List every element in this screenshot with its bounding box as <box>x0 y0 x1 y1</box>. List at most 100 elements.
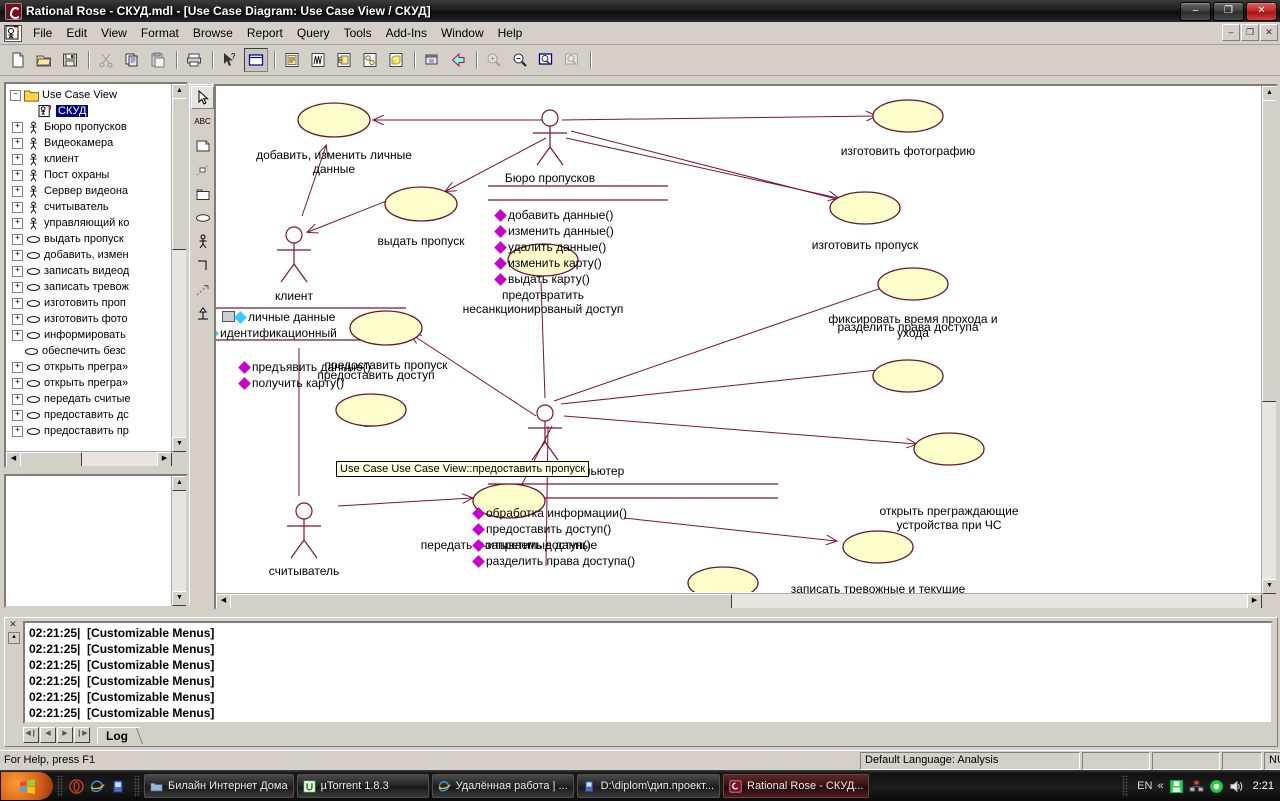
start-button[interactable] <box>1 772 53 800</box>
zoom-out-icon[interactable] <box>508 48 532 72</box>
select-tool[interactable] <box>191 86 214 109</box>
browse-state-machine-diagram-icon[interactable] <box>358 48 382 72</box>
tray-expand-chevron-icon[interactable]: « <box>1157 780 1163 792</box>
taskbar-item[interactable]: Rational Rose - СКУД... <box>723 774 869 798</box>
use-case-ellipse[interactable] <box>873 100 943 132</box>
menu-report[interactable]: Report <box>240 23 290 43</box>
tree-node[interactable]: +считыватель <box>10 199 172 215</box>
use-case-ellipse[interactable] <box>350 311 422 345</box>
close-button[interactable]: ✕ <box>1246 2 1277 21</box>
expand-toggle-icon[interactable]: + <box>12 138 23 149</box>
menu-view[interactable]: View <box>94 23 134 43</box>
undo-fit-icon[interactable] <box>560 48 584 72</box>
actor-figure[interactable] <box>533 110 567 165</box>
diagram-scroll-right-button[interactable]: ▶ <box>1247 594 1262 609</box>
scroll-left-button[interactable]: ◀ <box>6 452 21 467</box>
collapse-toggle-icon[interactable]: − <box>10 90 21 101</box>
tree-node[interactable]: +управляющий ко <box>10 215 172 231</box>
tree-node[interactable]: +Бюро пропусков <box>10 119 172 135</box>
doc-scroll-up-button[interactable]: ▲ <box>172 476 187 491</box>
taskbar-item[interactable]: Билайн Интернет Дома <box>144 774 294 798</box>
restore-button[interactable]: ❐ <box>1213 2 1244 21</box>
dependency-tool[interactable] <box>191 278 214 301</box>
context-help-icon[interactable]: ? <box>218 48 242 72</box>
expand-toggle-icon[interactable]: + <box>12 218 23 229</box>
tree-node-skud[interactable]: СКУД <box>10 103 172 119</box>
expand-toggle-icon[interactable]: + <box>12 266 23 277</box>
tree-node-use-case-view[interactable]: − Use Case View <box>10 87 172 103</box>
documentation-text[interactable] <box>6 476 172 606</box>
browse-component-diagram-icon[interactable] <box>332 48 356 72</box>
menu-file[interactable]: File <box>26 23 59 43</box>
unidirectional-association-tool[interactable] <box>191 254 214 277</box>
cut-icon[interactable] <box>94 48 118 72</box>
tree-node[interactable]: +открыть прегра» <box>10 375 172 391</box>
tree-node[interactable]: +предоставить пр <box>10 423 172 439</box>
tree-node[interactable]: +Сервер видеона <box>10 183 172 199</box>
open-icon[interactable] <box>32 48 56 72</box>
diagram-canvas[interactable]: добавить, изменить личныеданныеизготовит… <box>216 86 1262 594</box>
expand-toggle-icon[interactable]: + <box>12 186 23 197</box>
actor-tool[interactable] <box>191 230 214 253</box>
use-case-ellipse[interactable] <box>878 268 948 300</box>
minimize-button[interactable]: – <box>1180 2 1211 21</box>
save-icon[interactable] <box>58 48 82 72</box>
doc-scroll-down-button[interactable]: ▼ <box>172 591 187 606</box>
tree-node[interactable]: +предоставить дс <box>10 407 172 423</box>
tree-node[interactable]: +информировать <box>10 327 172 343</box>
diagram-scroll-thumb[interactable] <box>1262 100 1277 402</box>
copy-icon[interactable] <box>120 48 144 72</box>
scroll-thumb-h[interactable] <box>20 452 82 467</box>
use-case-ellipse[interactable] <box>298 103 370 137</box>
expand-toggle-icon[interactable]: + <box>12 394 23 405</box>
log-close-icon[interactable]: ✕ <box>8 620 18 630</box>
log-prev-button[interactable]: ◀ <box>40 727 56 743</box>
tree-node[interactable]: +записать тревож <box>10 279 172 295</box>
expand-toggle-icon[interactable]: + <box>12 426 23 437</box>
tray-grip[interactable] <box>1122 775 1128 797</box>
ie-icon[interactable] <box>88 777 106 795</box>
new-icon[interactable] <box>6 48 30 72</box>
mdi-minimize-button[interactable]: – <box>1222 24 1240 41</box>
expand-toggle-icon[interactable]: + <box>12 154 23 165</box>
menu-edit[interactable]: Edit <box>59 23 94 43</box>
tray-language-indicator[interactable]: EN <box>1137 780 1152 792</box>
volume-tray-icon[interactable] <box>1229 779 1244 794</box>
taskbar-grip[interactable] <box>57 775 63 797</box>
log-next-button[interactable]: ▶ <box>57 727 73 743</box>
tree-node[interactable]: +изготовить фото <box>10 311 172 327</box>
network-tray-icon[interactable] <box>1189 779 1204 794</box>
model-browser-tree[interactable]: − Use Case View СКУД +Бюро пропусков+Вид… <box>6 84 172 452</box>
log-last-button[interactable]: ❙▶ <box>74 727 90 743</box>
expand-toggle-icon[interactable]: + <box>12 234 23 245</box>
package-tool[interactable] <box>191 182 214 205</box>
diagram-scroll-thumb-h[interactable] <box>230 594 732 609</box>
use-case-ellipse[interactable] <box>914 433 984 465</box>
browse-previous-icon[interactable] <box>446 48 470 72</box>
expand-toggle-icon[interactable]: + <box>12 330 23 341</box>
expand-toggle-icon[interactable]: + <box>12 282 23 293</box>
menu-query[interactable]: Query <box>290 23 337 43</box>
browser-vertical-scrollbar[interactable]: ▲ ▼ <box>171 84 186 452</box>
taskbar-item[interactable]: D:\diplom\дип.проект... <box>577 774 720 798</box>
menu-format[interactable]: Format <box>134 23 186 43</box>
menu-tools[interactable]: Tools <box>337 23 379 43</box>
text-tool[interactable]: ABC <box>191 110 214 133</box>
taskbar-item[interactable]: µTorrent 1.8.3 <box>297 774 429 798</box>
expand-toggle-icon[interactable]: + <box>12 314 23 325</box>
antivirus-tray-icon[interactable] <box>1209 779 1224 794</box>
log-text-area[interactable]: 02:21:25| [Customizable Menus]02:21:25| … <box>23 621 1273 724</box>
browse-interaction-diagram-icon[interactable] <box>306 48 330 72</box>
taskbar-item[interactable]: Удалённая работа | ... <box>432 774 574 798</box>
menu-window[interactable]: Window <box>434 23 491 43</box>
expand-toggle-icon[interactable]: + <box>12 170 23 181</box>
menu-add-ins[interactable]: Add-Ins <box>379 23 434 43</box>
taskbar-clock[interactable]: 2:21 <box>1253 780 1274 792</box>
menu-help[interactable]: Help <box>491 23 530 43</box>
browser-horizontal-scrollbar[interactable]: ◀ ▶ <box>6 451 172 466</box>
expand-toggle-icon[interactable]: + <box>12 298 23 309</box>
save-tray-icon[interactable] <box>1169 779 1184 794</box>
use-case-diagram-window[interactable]: добавить, изменить личныеданныеизготовит… <box>214 84 1278 610</box>
generalization-tool[interactable] <box>191 302 214 325</box>
actor-figure[interactable] <box>528 405 562 460</box>
